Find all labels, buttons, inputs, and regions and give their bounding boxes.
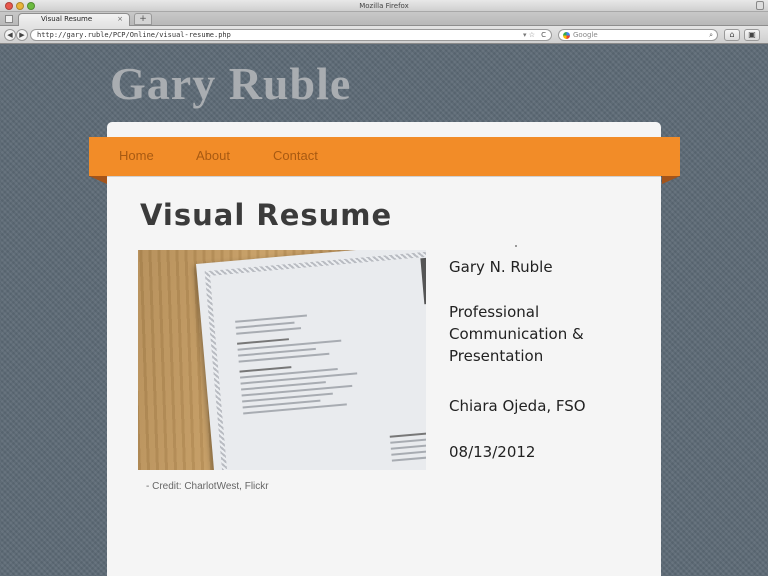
search-bar[interactable]: Google ⌕ (558, 29, 718, 41)
resume-text-lines (235, 309, 373, 418)
tab-label: Visual Resume (41, 15, 93, 23)
window-title: Mozilla Firefox (359, 2, 409, 10)
star-icon[interactable]: ▾ ☆ (523, 30, 535, 41)
tab-bar: Visual Resume × + (0, 12, 768, 26)
photo-credit: - Credit: CharlotWest, Flickr (146, 481, 269, 492)
info-course-line2: Communication & (449, 325, 584, 343)
info-course-line3: Presentation (449, 347, 544, 365)
page-title: Visual Resume (140, 198, 393, 232)
nav-ribbon (89, 137, 680, 176)
page-viewport: Gary Ruble Home About Contact Visual Res… (0, 45, 768, 576)
resume-side-lines (389, 423, 426, 466)
ribbon-fold-left (89, 176, 107, 184)
tab-close-icon[interactable]: × (117, 15, 123, 23)
nav-link-contact[interactable]: Contact (273, 148, 318, 163)
info-instructor: Chiara Ojeda, FSO (449, 397, 586, 415)
google-icon[interactable] (563, 32, 570, 39)
tab-group-icon[interactable] (5, 15, 13, 23)
nav-link-home[interactable]: Home (119, 148, 154, 163)
resume-photo: W (138, 250, 426, 470)
window-titlebar: Mozilla Firefox (0, 0, 768, 12)
url-bar[interactable]: http://gary.ruble/PCP/Online/visual-resu… (30, 29, 552, 41)
navigation-toolbar: ◀ ▶ http://gary.ruble/PCP/Online/visual-… (0, 26, 768, 44)
tab-visual-resume[interactable]: Visual Resume × (18, 13, 130, 26)
back-icon[interactable]: ◀ (4, 29, 16, 41)
info-date: 08/13/2012 (449, 443, 536, 461)
search-input[interactable]: Google (573, 30, 598, 41)
ribbon-fold-right (662, 176, 680, 184)
forward-icon[interactable]: ▶ (16, 29, 28, 41)
resume-paper: W (196, 250, 426, 470)
info-course-line1: Professional (449, 303, 540, 321)
search-icon[interactable]: ⌕ (709, 30, 713, 41)
url-text[interactable]: http://gary.ruble/PCP/Online/visual-resu… (37, 30, 231, 41)
site-title: Gary Ruble (110, 58, 352, 109)
reload-icon[interactable]: C (541, 30, 546, 41)
new-tab-button[interactable]: + (134, 13, 152, 25)
addon-icon[interactable]: ▣ (744, 29, 760, 41)
nav-link-about[interactable]: About (196, 148, 230, 163)
home-icon[interactable]: ⌂ (724, 29, 740, 41)
stray-dot (515, 245, 517, 247)
fullscreen-icon[interactable] (756, 1, 764, 10)
info-name: Gary N. Ruble (449, 258, 553, 276)
